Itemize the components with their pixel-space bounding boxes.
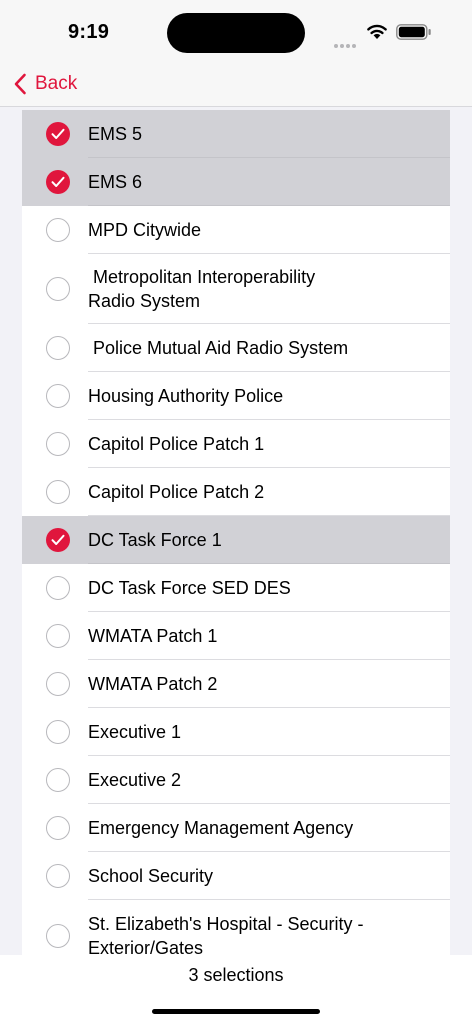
channel-row[interactable]: Capitol Police Patch 2 [22,468,450,516]
channel-label: MPD Citywide [88,220,202,240]
empty-circle-icon[interactable] [46,720,70,744]
signal-icon [334,35,360,48]
empty-circle-icon[interactable] [46,384,70,408]
channel-row[interactable]: St. Elizabeth's Hospital - Security - Ex… [22,900,450,955]
channel-row[interactable]: Executive 2 [22,756,450,804]
channel-label: DC Task Force 1 [88,530,222,550]
home-indicator[interactable] [152,1009,320,1014]
checkmark-icon [51,534,65,545]
checkmark-circle-icon[interactable] [46,528,70,552]
checkmark-circle-icon[interactable] [46,170,70,194]
back-button[interactable]: Back [13,70,77,98]
channel-label: EMS 5 [88,124,143,144]
screen: 9:19 Back EMS 5 EMS 6 MPD Citywide Metropo… [0,0,472,1024]
bottom-bar: 3 selections [0,955,472,1024]
chevron-left-icon [14,73,26,95]
channel-row[interactable]: DC Task Force 1 [22,516,450,564]
empty-circle-icon[interactable] [46,624,70,648]
empty-circle-icon[interactable] [46,277,70,301]
selection-count: 3 selections [188,965,284,985]
empty-circle-icon[interactable] [46,480,70,504]
channel-label: St. Elizabeth's Hospital - Security - Ex… [88,914,364,955]
empty-circle-icon[interactable] [46,576,70,600]
channel-row[interactable]: Police Mutual Aid Radio System [22,324,450,372]
channel-row[interactable]: Executive 1 [22,708,450,756]
checkmark-circle-icon[interactable] [46,122,70,146]
empty-circle-icon[interactable] [46,816,70,840]
checkmark-icon [51,176,65,187]
channel-list-scroll[interactable]: EMS 5 EMS 6 MPD Citywide Metropolitan Inte… [0,108,472,955]
channel-label: Executive 1 [88,722,182,742]
channel-row[interactable]: Capitol Police Patch 1 [22,420,450,468]
channel-label: Executive 2 [88,770,182,790]
channel-row[interactable]: Metropolitan Interoperability Radio Syst… [22,254,450,324]
channel-label: Capitol Police Patch 1 [88,434,265,454]
channel-row[interactable]: DC Task Force SED DES [22,564,450,612]
channel-row[interactable]: Housing Authority Police [22,372,450,420]
empty-circle-icon[interactable] [46,672,70,696]
channel-row[interactable]: Emergency Management Agency [22,804,450,852]
checkmark-icon [51,128,65,139]
channel-row[interactable]: WMATA Patch 1 [22,612,450,660]
status-time: 9:19 [68,21,110,43]
empty-circle-icon[interactable] [46,336,70,360]
empty-circle-icon[interactable] [46,432,70,456]
channel-list: EMS 5 EMS 6 MPD Citywide Metropolitan Inte… [22,110,450,955]
dynamic-island [167,13,305,53]
empty-circle-icon[interactable] [46,864,70,888]
back-label: Back [35,73,78,94]
channel-label: School Security [88,866,214,886]
status-bar: 9:19 [0,0,472,62]
channel-label: DC Task Force SED DES [88,578,291,598]
channel-label: WMATA Patch 1 [88,626,218,646]
channel-label: Emergency Management Agency [88,818,354,838]
channel-label: Police Mutual Aid Radio System [88,338,349,358]
channel-row[interactable]: MPD Citywide [22,206,450,254]
channel-label: Metropolitan Interoperability Radio Syst… [88,267,316,311]
channel-label: Capitol Police Patch 2 [88,482,265,502]
channel-row[interactable]: School Security [22,852,450,900]
channel-label: WMATA Patch 2 [88,674,218,694]
navigation-bar: Back [0,62,472,107]
wifi-icon [367,24,387,39]
channel-row[interactable]: EMS 5 [22,110,450,158]
battery-icon [396,24,431,40]
channel-row[interactable]: WMATA Patch 2 [22,660,450,708]
empty-circle-icon[interactable] [46,768,70,792]
channel-row[interactable]: EMS 6 [22,158,450,206]
empty-circle-icon[interactable] [46,218,70,242]
channel-label: EMS 6 [88,172,143,192]
channel-label: Housing Authority Police [88,386,284,406]
empty-circle-icon[interactable] [46,924,70,948]
